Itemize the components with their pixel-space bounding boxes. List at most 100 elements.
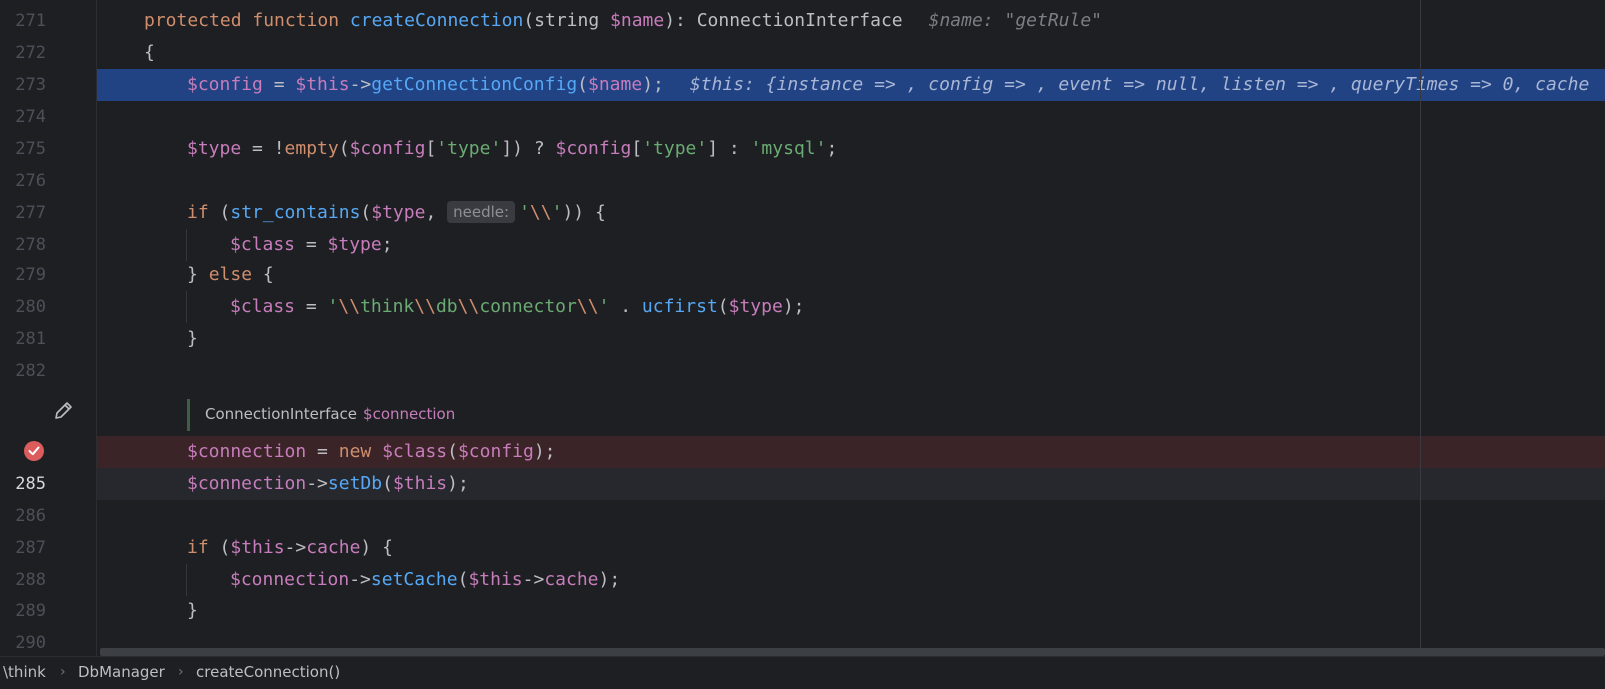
type-hint-var: $connection [363,405,456,423]
line-code[interactable]: $connection->setDb($this); [187,468,469,500]
code-token: $name [610,10,665,31]
code-line[interactable]: 280 $class = '\\think\\db\\connector\\' .… [0,291,1605,323]
code-token: ' [327,296,339,317]
code-token: $this [230,537,285,558]
breakpoint-icon[interactable] [23,440,45,462]
code-token: getConnectionConfig [371,74,578,95]
code-token: } [187,264,209,285]
breadcrumb: \think › DbManager › createConnection() [0,656,1605,689]
code-line[interactable]: 272 { [0,37,1605,69]
line-code[interactable]: } [187,595,198,627]
line-code[interactable]: } else { [187,259,274,291]
code-token: $name [588,74,643,95]
code-line[interactable]: 287 if ($this->cache) { [0,532,1605,564]
line-code[interactable]: $connection = new $class($config); [187,436,556,468]
code-token: ( [457,569,469,590]
code-token: . [609,296,642,317]
code-line[interactable]: 278 $class = $type; [0,229,1605,261]
code-token: $config [187,74,263,95]
code-token: \\ [338,296,361,317]
line-number[interactable]: 289 [0,595,46,627]
line-number[interactable]: 280 [0,291,46,323]
line-code[interactable]: protected function createConnection(stri… [144,5,1102,37]
line-number[interactable]: 272 [0,37,46,69]
code-token: $connection [187,441,307,462]
line-number[interactable]: 281 [0,323,46,355]
code-token: \\ [529,202,552,223]
line-number[interactable]: 286 [0,500,46,532]
line-number[interactable]: 278 [0,229,46,261]
code-line[interactable]: 282 [0,355,1605,387]
type-hint: ConnectionInterface $connection [205,395,455,433]
code-line[interactable]: 286 [0,500,1605,532]
code-token: $connection [187,473,307,494]
line-code[interactable]: $class = '\\think\\db\\connector\\' . uc… [230,291,805,323]
breadcrumb-namespace[interactable]: \think [3,657,46,688]
code-token: $this [295,74,350,95]
code-token: 'type' [642,138,708,159]
code-line[interactable]: 285 $connection->setDb($this); [0,468,1605,500]
code-token: ' [519,202,530,223]
code-token: if [187,202,220,223]
code-token: ); [782,296,805,317]
type-hint-bar [187,399,190,431]
line-number[interactable]: 290 [0,627,46,656]
line-code[interactable]: if ($this->cache) { [187,532,393,564]
line-code[interactable]: $class = $type; [230,229,393,261]
code-token: ( [523,10,535,31]
line-code[interactable]: $type = !empty($config['type']) ? $confi… [187,133,837,165]
code-token: ; [381,234,393,255]
code-token: $type [327,234,382,255]
line-code[interactable]: { [144,37,155,69]
line-number[interactable]: 275 [0,133,46,165]
code-token: $class [230,296,296,317]
code-line[interactable]: 276 [0,165,1605,197]
code-editor[interactable]: 271 protected function createConnection(s… [0,0,1605,656]
code-line[interactable]: 279 } else { [0,259,1605,291]
line-code[interactable]: if (str_contains($type, needle: '\\')) { [187,197,606,229]
line-code[interactable]: $connection->setCache($this->cache); [230,564,620,596]
line-number[interactable]: 287 [0,532,46,564]
code-line[interactable]: $connection = new $class($config); [0,436,1605,468]
code-token: ( [382,473,393,494]
code-token: { [262,264,274,285]
breadcrumb-class[interactable]: DbManager [78,657,165,688]
line-number[interactable]: 288 [0,564,46,596]
right-margin-guide [1420,0,1421,648]
code-line[interactable]: 289} [0,595,1605,627]
indent-guide [186,229,187,261]
code-token: -> [306,473,328,494]
code-line[interactable]: 288 $connection->setCache($this->cache); [0,564,1605,596]
line-number[interactable]: 274 [0,101,46,133]
code-token: $config [349,138,426,159]
line-code[interactable]: $config = $this->getConnectionConfig($na… [187,69,1589,101]
horizontal-scrollbar[interactable] [100,648,1605,656]
line-number[interactable]: 282 [0,355,46,387]
code-token: $connection [230,569,350,590]
line-number[interactable]: 277 [0,197,46,229]
code-token: [ [631,138,643,159]
code-token: = [306,441,339,462]
code-line[interactable]: 274 [0,101,1605,133]
code-token: function [252,10,350,31]
line-code[interactable]: } [187,323,198,355]
code-token: ): ConnectionInterface [664,10,903,31]
line-number[interactable]: 279 [0,259,46,291]
line-number[interactable]: 276 [0,165,46,197]
pencil-icon[interactable] [52,400,74,422]
code-line[interactable]: 275 $type = !empty($config['type']) ? $co… [0,133,1605,165]
code-token: ( [338,138,350,159]
line-number[interactable]: 271 [0,5,46,37]
line-number[interactable]: 273 [0,69,46,101]
code-line[interactable]: 281} [0,323,1605,355]
code-token: string [534,10,611,31]
code-token: -> [522,569,545,590]
code-line[interactable]: 271 protected function createConnection(s… [0,5,1605,37]
code-line[interactable]: 273 $config = $this->getConnectionConfig(… [0,69,1605,101]
code-token: ( [360,202,372,223]
breadcrumb-method[interactable]: createConnection() [196,657,340,688]
code-token: } [187,328,198,349]
code-token: ( [447,441,458,462]
line-number[interactable]: 285 [0,468,46,500]
code-line[interactable]: 277 if (str_contains($type, needle: '\\'))… [0,197,1605,229]
